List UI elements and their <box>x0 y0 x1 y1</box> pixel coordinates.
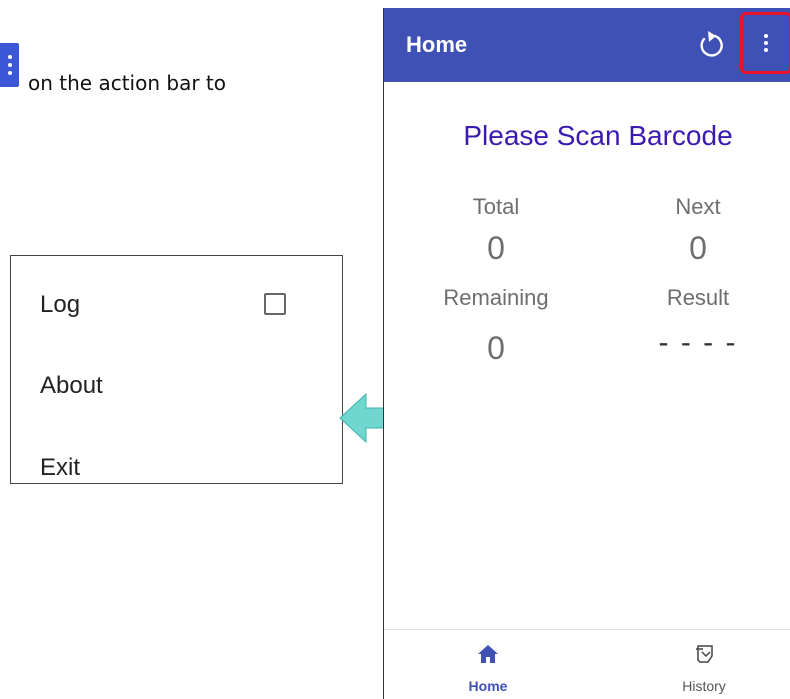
menu-item-label: Exit <box>40 454 81 481</box>
remaining-label: Remaining <box>443 285 549 310</box>
menu-item-log[interactable]: Log <box>40 291 80 319</box>
remaining-value: 0 <box>487 330 505 366</box>
overflow-menu-button[interactable] <box>740 12 790 74</box>
menu-item-about[interactable]: About <box>40 372 103 400</box>
scan-heading: Please Scan Barcode <box>463 120 733 151</box>
overflow-menu: Log About Exit <box>10 255 343 484</box>
nav-label-home: Home <box>468 678 508 694</box>
menu-item-label: Log <box>40 291 81 318</box>
menu-item-label: About <box>40 372 103 399</box>
result-value: - - - - <box>658 326 738 359</box>
page-title: Home <box>406 32 468 57</box>
home-icon <box>478 645 498 663</box>
history-icon <box>696 645 713 663</box>
nav-label-history: History <box>682 678 726 694</box>
instruction-text: on the action bar to <box>28 71 226 95</box>
more-vert-icon <box>0 43 19 87</box>
log-checkbox[interactable] <box>264 293 286 315</box>
next-label: Next <box>675 194 721 219</box>
phone-screen: Home Please Scan Barcode Total 0 Next 0 … <box>383 8 790 699</box>
total-value: 0 <box>487 230 505 266</box>
menu-item-exit[interactable]: Exit <box>40 454 80 482</box>
result-label: Result <box>666 285 730 310</box>
next-value: 0 <box>689 230 707 266</box>
bottom-nav-divider <box>384 629 790 630</box>
refresh-icon[interactable] <box>697 30 725 62</box>
total-label: Total <box>472 194 520 219</box>
app-bar: Home <box>384 8 790 82</box>
